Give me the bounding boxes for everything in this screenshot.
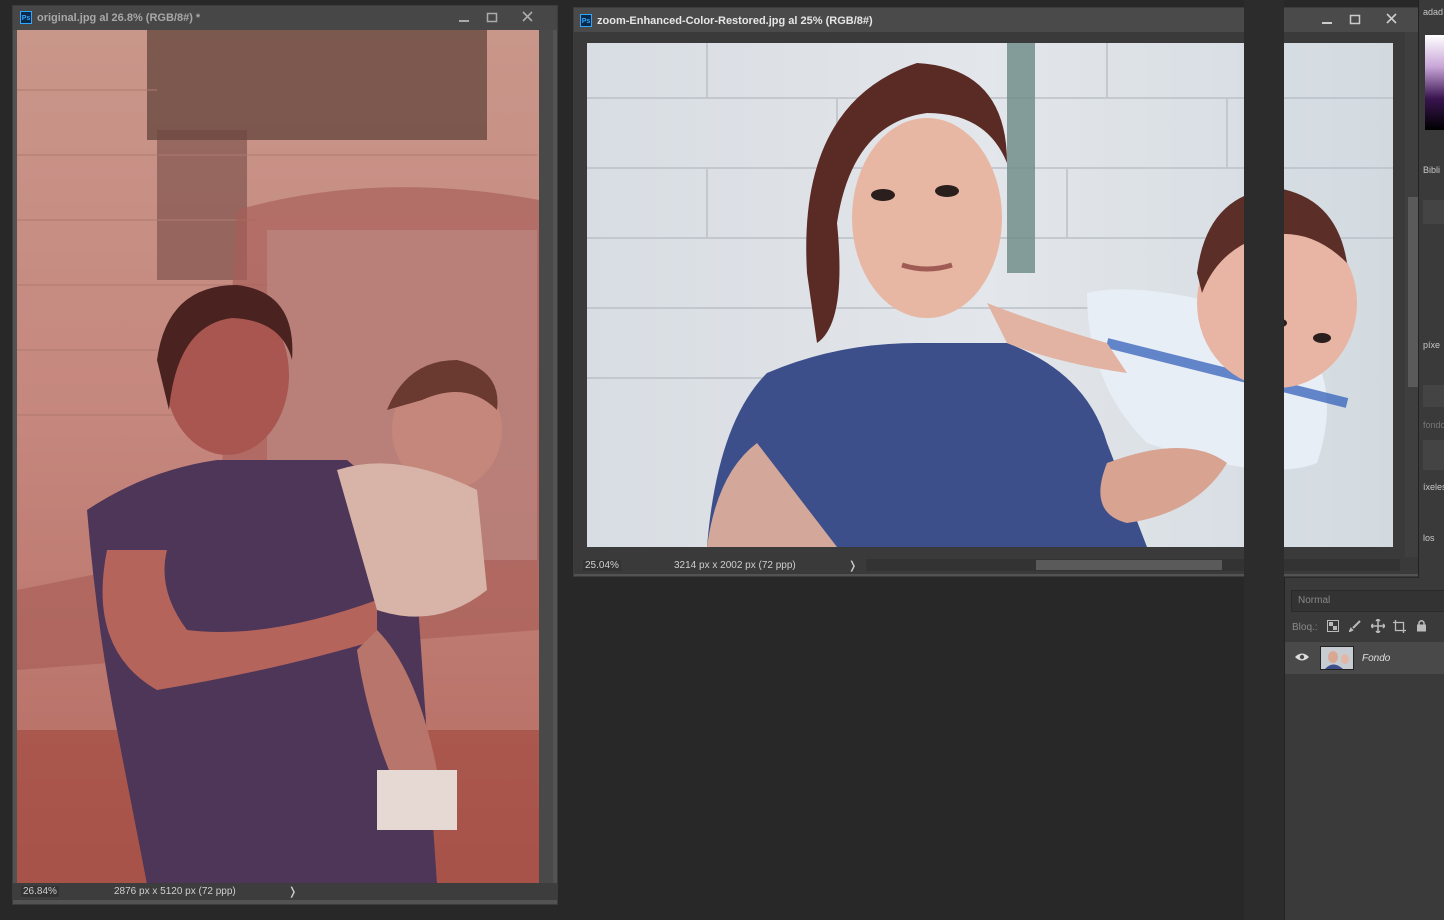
panel-field[interactable] [1423, 200, 1444, 224]
close-icon [522, 11, 533, 22]
maximize-button[interactable] [1342, 12, 1368, 28]
properties-panel-strip: adad Bibli píxe fondo íxeles los [1418, 0, 1444, 578]
window-title: original.jpg al 26.8% (RGB/8#) * [37, 12, 201, 24]
document-info[interactable]: 3214 px x 2002 px (72 ppp) [674, 560, 796, 571]
original-document-window[interactable]: Ps original.jpg al 26.8% (RGB/8#) * 26.8… [12, 5, 558, 905]
strip-label-2: Bibli [1423, 165, 1441, 175]
window-titlebar[interactable]: Ps zoom-Enhanced-Color-Restored.jpg al 2… [574, 8, 1421, 32]
layers-panel: Normal Bloq.: Fondo [1284, 578, 1444, 920]
photoshop-icon: Ps [580, 14, 592, 27]
layer-row-fondo[interactable]: Fondo [1285, 642, 1444, 674]
brush-icon[interactable] [1349, 620, 1361, 632]
layer-name[interactable]: Fondo [1362, 653, 1390, 664]
photoshop-icon: Ps [20, 11, 32, 24]
strip-label-3: píxe [1423, 340, 1441, 350]
close-button[interactable] [515, 9, 541, 25]
strip-label-1: adad [1423, 7, 1444, 17]
minimize-button[interactable] [451, 10, 477, 26]
maximize-icon [1349, 14, 1361, 25]
window-titlebar[interactable]: Ps original.jpg al 26.8% (RGB/8#) * [13, 6, 557, 30]
close-icon [1386, 13, 1397, 24]
minimize-button[interactable] [1314, 12, 1340, 28]
maximize-button[interactable] [479, 10, 505, 26]
panel-field[interactable] [1423, 440, 1444, 470]
zoom-level[interactable]: 25.04% [583, 560, 621, 571]
vertical-scrollbar[interactable] [539, 30, 553, 884]
original-photo [17, 30, 539, 884]
zoom-level[interactable]: 26.84% [21, 886, 59, 897]
layer-thumbnail [1320, 646, 1354, 670]
close-button[interactable] [1379, 11, 1405, 27]
strip-label-5: íxeles [1423, 482, 1444, 492]
artboard-icon[interactable] [1393, 620, 1406, 633]
blend-mode-select[interactable]: Normal [1291, 590, 1444, 612]
minimize-icon [1322, 22, 1332, 24]
blend-mode-value: Normal [1298, 595, 1331, 606]
strip-label-6: los [1423, 533, 1435, 543]
move-icon[interactable] [1371, 619, 1385, 633]
strip-label-4: fondo [1423, 420, 1444, 430]
scrollbar-thumb[interactable] [1036, 560, 1222, 570]
horizontal-scrollbar[interactable] [866, 559, 1400, 571]
workspace-gutter [1244, 0, 1284, 920]
minimize-icon [459, 20, 469, 22]
chevron-right-icon[interactable]: ❭ [848, 559, 857, 572]
original-photo-canvas[interactable] [17, 30, 539, 884]
color-picker-gradient[interactable] [1425, 35, 1444, 130]
lock-icon[interactable] [1416, 619, 1427, 632]
panel-field[interactable] [1423, 385, 1444, 407]
restored-document-window[interactable]: Ps zoom-Enhanced-Color-Restored.jpg al 2… [573, 7, 1422, 577]
lock-transparent-icon[interactable] [1327, 620, 1339, 632]
status-bar: 25.04% 3214 px x 2002 px (72 ppp) ❭ [574, 557, 1421, 574]
scrollbar-thumb[interactable] [1408, 197, 1418, 387]
status-bar: 26.84% 2876 px x 5120 px (72 ppp) ❭ [13, 883, 557, 900]
maximize-icon [486, 12, 498, 23]
document-info[interactable]: 2876 px x 5120 px (72 ppp) [114, 886, 236, 897]
lock-label: Bloq.: [1292, 622, 1318, 633]
chevron-right-icon[interactable]: ❭ [288, 885, 297, 898]
eye-icon[interactable] [1295, 652, 1309, 662]
window-title: zoom-Enhanced-Color-Restored.jpg al 25% … [597, 15, 873, 27]
